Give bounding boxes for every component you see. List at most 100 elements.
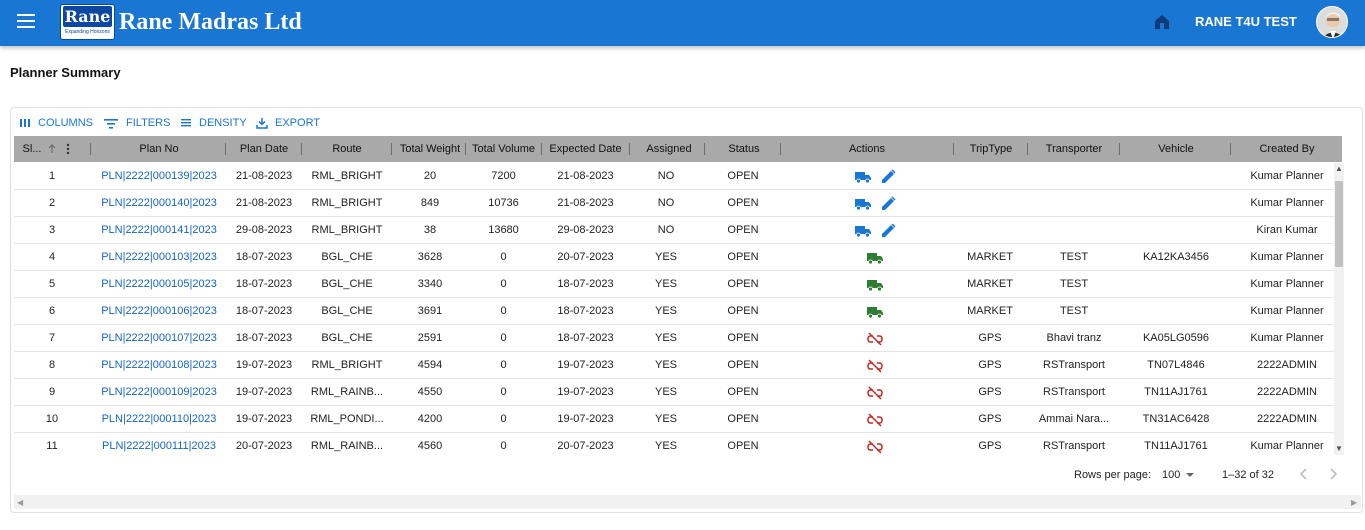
edit-icon[interactable] [880, 195, 896, 212]
cell-total-volume: 0 [500, 440, 507, 452]
table-row[interactable]: 10 PLN|2222|000110|2023 19-07-2023 RML_POND… [14, 406, 1334, 433]
plan-no-link[interactable]: PLN|2222|000108|2023 [94, 352, 224, 379]
plan-no-link[interactable]: PLN|2222|000139|2023 [94, 163, 224, 190]
rows-per-page-select[interactable]: 100 [1162, 468, 1194, 482]
column-header-plan-date[interactable]: Plan Date [228, 136, 300, 162]
avatar[interactable] [1316, 6, 1348, 38]
cell-expected-date: 18-07-2023 [557, 305, 614, 317]
link-off-icon[interactable] [867, 412, 883, 427]
density-icon [181, 119, 191, 127]
scroll-left-arrow[interactable]: ◀ [17, 498, 23, 507]
column-separator[interactable] [704, 143, 705, 155]
truck-icon[interactable] [866, 250, 884, 265]
column-separator[interactable] [629, 143, 630, 155]
cell-vehicle [1122, 271, 1230, 298]
table-row[interactable]: 3 PLN|2222|000141|2023 29-08-2023 RML_BRIGH… [14, 217, 1334, 244]
cell-plan-date: 29-08-2023 [235, 224, 293, 236]
column-separator[interactable] [780, 143, 781, 155]
horizontal-scrollbar[interactable]: ◀ ▶ [14, 495, 1361, 509]
plan-no-link[interactable]: PLN|2222|000107|2023 [94, 325, 224, 352]
column-separator[interactable] [1119, 143, 1120, 155]
column-header-expected-date[interactable]: Expected Date [545, 136, 626, 162]
export-label: EXPORT [275, 117, 321, 129]
column-header-created-by[interactable]: Created By [1232, 136, 1342, 162]
column-separator[interactable] [465, 143, 466, 155]
vertical-scrollbar[interactable]: ▲ ▼ [1334, 163, 1344, 455]
column-header-total-volume[interactable]: Total Volume [469, 136, 538, 162]
scroll-down-arrow[interactable]: ▼ [1335, 445, 1343, 453]
menu-icon[interactable] [17, 14, 35, 28]
plan-no-link[interactable]: PLN|2222|000106|2023 [94, 298, 224, 325]
table-row[interactable]: 9 PLN|2222|000109|2023 19-07-2023 RML_RAINB… [14, 379, 1334, 406]
cell-trip-type: MARKET [967, 305, 1013, 317]
column-header-total-weight[interactable]: Total Weight [396, 136, 464, 162]
column-separator[interactable] [1230, 143, 1231, 155]
plan-no-link[interactable]: PLN|2222|000110|2023 [94, 406, 224, 433]
cell-sl: 6 [48, 305, 56, 317]
cell-sl: 5 [48, 278, 56, 290]
next-page-button[interactable] [1325, 466, 1341, 482]
column-separator[interactable] [391, 143, 392, 155]
link-off-icon[interactable] [867, 358, 883, 373]
plan-no-link[interactable]: PLN|2222|000105|2023 [94, 271, 224, 298]
column-separator[interactable] [90, 143, 91, 155]
column-header-assigned[interactable]: Assigned [632, 136, 706, 162]
cell-total-weight: 4560 [417, 440, 443, 452]
edit-icon[interactable] [880, 168, 896, 185]
table-row[interactable]: 2 PLN|2222|000140|2023 21-08-2023 RML_BRIGH… [14, 190, 1334, 217]
plan-no-link[interactable]: PLN|2222|000111|2023 [94, 433, 224, 455]
scrollbar-thumb[interactable] [1335, 181, 1343, 267]
cell-total-weight: 849 [420, 197, 440, 209]
table-row[interactable]: 5 PLN|2222|000105|2023 18-07-2023 BGL_CHE 33… [14, 271, 1334, 298]
table-row[interactable]: 1 PLN|2222|000139|2023 21-08-2023 RML_BRIGH… [14, 163, 1334, 190]
plan-no-link[interactable]: PLN|2222|000140|2023 [94, 190, 224, 217]
scroll-up-arrow[interactable]: ▲ [1335, 165, 1343, 173]
cell-vehicle: TN11AJ1761 [1144, 386, 1208, 398]
previous-page-button[interactable] [1296, 466, 1312, 482]
sort-arrow-icon[interactable] [47, 144, 57, 154]
column-header-trip-type[interactable]: TripType [954, 136, 1028, 162]
assign-truck-icon[interactable] [854, 196, 872, 211]
table-row[interactable]: 6 PLN|2222|000106|2023 18-07-2023 BGL_CHE 36… [14, 298, 1334, 325]
column-header-sl[interactable]: Sl... [14, 136, 50, 162]
cell-total-volume: 0 [500, 251, 507, 263]
assign-truck-icon[interactable] [854, 223, 872, 238]
table-row[interactable]: 7 PLN|2222|000107|2023 18-07-2023 BGL_CHE 25… [14, 325, 1334, 352]
truck-icon[interactable] [866, 304, 884, 319]
cell-created-by: 2222ADMIN [1257, 359, 1317, 371]
column-header-status[interactable]: Status [706, 136, 782, 162]
columns-icon [20, 119, 30, 127]
column-separator[interactable] [1027, 143, 1028, 155]
column-separator[interactable] [541, 143, 542, 155]
home-icon[interactable] [1152, 12, 1172, 32]
column-header-plan-no[interactable]: Plan No [100, 136, 218, 162]
plan-no-link[interactable]: PLN|2222|000109|2023 [94, 379, 224, 406]
cell-sl: 11 [46, 440, 58, 452]
filter-icon [104, 119, 118, 129]
column-header-transporter[interactable]: Transporter [1029, 136, 1119, 162]
truck-icon[interactable] [866, 277, 884, 292]
column-separator[interactable] [301, 143, 302, 155]
column-menu-icon[interactable] [66, 143, 70, 155]
assign-truck-icon[interactable] [854, 169, 872, 184]
link-off-icon[interactable] [867, 331, 883, 346]
link-off-icon[interactable] [867, 439, 883, 454]
scroll-right-arrow[interactable]: ▶ [1351, 498, 1357, 507]
cell-sl: 7 [48, 332, 56, 344]
table-row[interactable]: 4 PLN|2222|000103|2023 18-07-2023 BGL_CHE 36… [14, 244, 1334, 271]
cell-total-volume: 0 [500, 305, 507, 317]
plan-no-link[interactable]: PLN|2222|000103|2023 [94, 244, 224, 271]
column-header-actions[interactable]: Actions [782, 136, 952, 162]
plan-no-link[interactable]: PLN|2222|000141|2023 [94, 217, 224, 244]
table-row[interactable]: 8 PLN|2222|000108|2023 19-07-2023 RML_BRIGH… [14, 352, 1334, 379]
cell-plan-date: 18-07-2023 [235, 305, 293, 317]
column-separator[interactable] [953, 143, 954, 155]
column-header-route[interactable]: Route [304, 136, 390, 162]
column-header-vehicle[interactable]: Vehicle [1122, 136, 1230, 162]
table-row[interactable]: 11 PLN|2222|000111|2023 20-07-2023 RML_RAIN… [14, 433, 1334, 455]
column-separator[interactable] [225, 143, 226, 155]
link-off-icon[interactable] [867, 385, 883, 400]
edit-icon[interactable] [880, 222, 896, 239]
logo-tagline: Expanding Horizons [65, 29, 110, 35]
cell-actions [782, 217, 952, 244]
